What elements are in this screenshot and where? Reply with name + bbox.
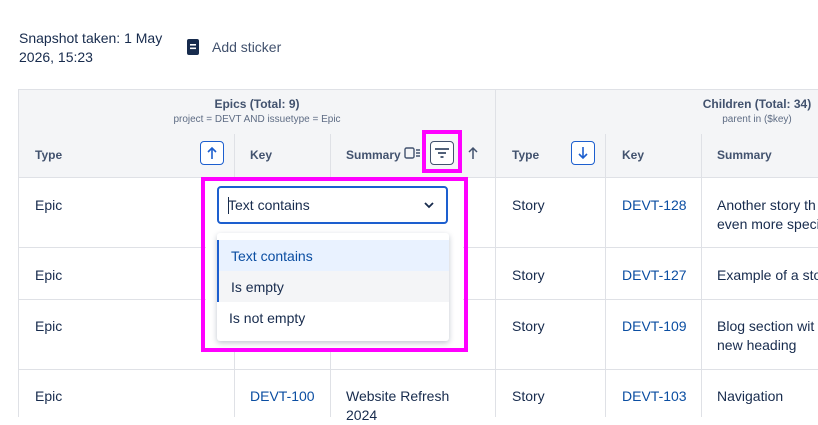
sort-ascending-button[interactable] xyxy=(200,141,224,165)
sort-button[interactable] xyxy=(461,141,485,165)
cell-epic-type: Epic xyxy=(35,388,63,404)
cell-child-summary: Example of a sto xyxy=(717,267,818,283)
sort-descending-button[interactable] xyxy=(571,141,595,165)
column-divider xyxy=(330,134,331,178)
group-subtitle: parent in ($key) xyxy=(722,114,792,125)
col-header-child-key: Key xyxy=(622,148,645,162)
cell-child-type: Story xyxy=(512,318,545,334)
cell-epic-type: Epic xyxy=(35,318,63,334)
col-header-child-summary: Summary xyxy=(717,148,772,162)
cell-child-type: Story xyxy=(512,267,545,283)
group-title: Children (Total: 34) xyxy=(702,97,812,111)
highlight-filter-button xyxy=(422,130,462,173)
snapshot-timestamp: Snapshot taken: 1 May 2026, 15:23 xyxy=(19,30,163,65)
issue-key-link[interactable]: DEVT-103 xyxy=(622,387,687,406)
cell-child-type: Story xyxy=(512,388,545,404)
cell-child-summary: Navigation xyxy=(717,388,784,404)
cell-child-summary: Another story th even more speci xyxy=(717,197,818,232)
add-sticker-button[interactable]: Add sticker xyxy=(186,38,281,56)
col-header-child-type: Type xyxy=(512,148,540,162)
issue-key-link[interactable]: DEVT-127 xyxy=(622,266,687,285)
group-subtitle: project = DEVT AND issuetype = Epic xyxy=(173,114,341,125)
column-divider xyxy=(701,134,702,417)
cell-epic-summary: Website Refresh 2024 xyxy=(346,388,450,423)
column-divider xyxy=(605,134,606,417)
col-header-epic-key: Key xyxy=(250,148,273,162)
arrow-up-icon xyxy=(207,146,217,159)
add-sticker-label: Add sticker xyxy=(212,39,282,55)
arrow-down-icon xyxy=(578,147,588,160)
cell-epic-type: Epic xyxy=(35,267,63,283)
group-epics: Epics (Total: 9) project = DEVT AND issu… xyxy=(19,97,495,125)
cell-child-type: Story xyxy=(512,197,545,213)
note-icon xyxy=(187,39,199,55)
highlight-filter-dropdown xyxy=(201,177,468,352)
issue-key-link[interactable]: DEVT-128 xyxy=(622,196,687,215)
arrow-up-icon xyxy=(468,146,478,159)
issue-key-link[interactable]: DEVT-109 xyxy=(622,317,687,336)
col-header-epic-type: Type xyxy=(35,148,63,162)
group-title: Epics (Total: 9) xyxy=(214,97,300,111)
column-divider xyxy=(330,341,331,417)
columns-icon xyxy=(404,147,420,159)
group-divider xyxy=(495,90,496,417)
cell-child-summary: Blog section wit new heading xyxy=(717,318,815,353)
issue-key-link[interactable]: DEVT-100 xyxy=(250,387,315,406)
cell-epic-type: Epic xyxy=(35,197,63,213)
row-divider xyxy=(19,369,818,370)
col-header-epic-summary: Summary xyxy=(346,148,401,162)
group-children: Children (Total: 34) parent in ($key) xyxy=(496,97,818,125)
